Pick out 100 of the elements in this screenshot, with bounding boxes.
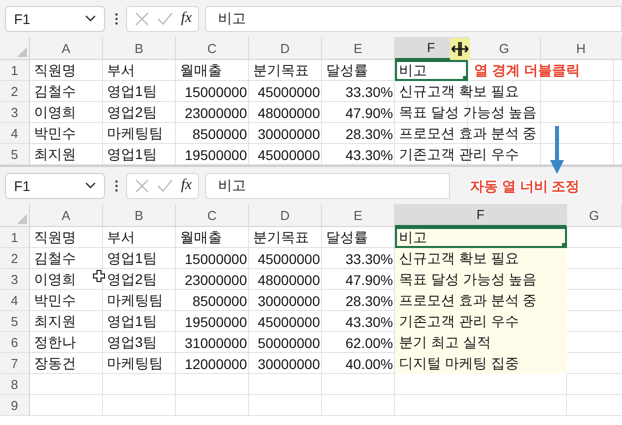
table-cell[interactable]: 15000000 (176, 248, 249, 269)
table-cell[interactable]: 40.00% (322, 353, 395, 374)
check-icon[interactable] (157, 12, 173, 25)
name-box[interactable]: F1 (5, 6, 105, 32)
table-cell[interactable]: 영업3팀 (103, 332, 176, 353)
table-cell[interactable]: 목표 달성 가능성 높음 (395, 269, 567, 290)
table-cell[interactable]: 8500000 (176, 290, 249, 311)
row-header[interactable]: 1 (0, 60, 30, 81)
table-cell[interactable]: 직원명 (30, 227, 103, 248)
table-cell[interactable]: 목표 달성 가능성 높음 (395, 102, 541, 123)
row-header[interactable]: 4 (0, 123, 30, 144)
row-header[interactable]: 2 (0, 81, 30, 102)
table-cell[interactable]: 28.30% (322, 290, 395, 311)
table-cell[interactable]: 47.90% (322, 269, 395, 290)
table-cell[interactable]: 박민수 (30, 123, 103, 144)
table-cell[interactable]: 김철수 (30, 248, 103, 269)
table-cell[interactable]: 23000000 (176, 102, 249, 123)
table-cell[interactable]: 영업1팀 (103, 311, 176, 332)
table-cell[interactable]: 8500000 (176, 123, 249, 144)
row-header[interactable]: 3 (0, 269, 30, 290)
row-header[interactable]: 5 (0, 144, 30, 165)
more-options-icon[interactable] (115, 12, 118, 24)
table-cell[interactable]: 19500000 (176, 144, 249, 165)
row-header[interactable]: 2 (0, 248, 30, 269)
table-cell[interactable]: 영업2팀 (103, 102, 176, 123)
table-cell[interactable]: 47.90% (322, 102, 395, 123)
row-header[interactable]: 8 (0, 374, 30, 395)
table-cell[interactable]: 비고 (395, 227, 567, 248)
table-cell[interactable]: 달성률 (322, 227, 395, 248)
table-cell[interactable]: 부서 (103, 60, 176, 81)
table-cell[interactable]: 마케팅팀 (103, 123, 176, 144)
column-header[interactable]: D (249, 37, 322, 60)
table-cell[interactable]: 12000000 (176, 353, 249, 374)
table-cell[interactable]: 분기 최고 실적 (395, 332, 567, 353)
table-cell[interactable]: 33.30% (322, 248, 395, 269)
table-cell[interactable]: 프로모션 효과 분석 중 (395, 290, 567, 311)
table-cell[interactable]: 신규고객 확보 필요 (395, 81, 541, 102)
column-header[interactable]: C (176, 204, 249, 227)
column-header[interactable]: A (30, 37, 103, 60)
column-header[interactable]: E (322, 204, 395, 227)
name-box[interactable]: F1 (5, 172, 105, 198)
table-cell[interactable]: 23000000 (176, 269, 249, 290)
table-cell[interactable]: 디지털 마케팅 집중 (395, 353, 567, 374)
table-cell[interactable]: 62.00% (322, 332, 395, 353)
row-header[interactable]: 9 (0, 395, 30, 416)
table-cell[interactable]: 15000000 (176, 81, 249, 102)
row-header[interactable]: 4 (0, 290, 30, 311)
table-cell[interactable]: 기존고객 관리 우수 (395, 144, 541, 165)
column-header[interactable]: B (103, 204, 176, 227)
check-icon[interactable] (157, 179, 173, 192)
table-cell[interactable]: 영업1팀 (103, 144, 176, 165)
row-header[interactable]: 7 (0, 353, 30, 374)
table-cell[interactable]: 기존고객 관리 우수 (395, 311, 567, 332)
table-cell[interactable]: 30000000 (249, 123, 322, 144)
table-cell[interactable]: 분기목표 (249, 60, 322, 81)
table-cell[interactable]: 마케팅팀 (103, 290, 176, 311)
cancel-icon[interactable] (135, 178, 149, 192)
column-header[interactable]: B (103, 37, 176, 60)
table-cell[interactable]: 30000000 (249, 353, 322, 374)
table-cell[interactable]: 영업2팀 (103, 269, 176, 290)
row-header[interactable]: 1 (0, 227, 30, 248)
column-header[interactable]: D (249, 204, 322, 227)
table-cell[interactable]: 48000000 (249, 269, 322, 290)
table-cell[interactable]: 45000000 (249, 311, 322, 332)
table-cell[interactable]: 신규고객 확보 필요 (395, 248, 567, 269)
table-cell[interactable]: 19500000 (176, 311, 249, 332)
column-header[interactable]: A (30, 204, 103, 227)
column-header[interactable]: E (322, 37, 395, 60)
row-header[interactable]: 6 (0, 332, 30, 353)
table-cell[interactable]: 월매출 (176, 60, 249, 81)
table-cell[interactable]: 비고 (395, 60, 468, 81)
table-cell[interactable]: 영업1팀 (103, 81, 176, 102)
column-header[interactable]: C (176, 37, 249, 60)
table-cell[interactable]: 48000000 (249, 102, 322, 123)
select-all-corner[interactable] (0, 204, 30, 227)
table-cell[interactable]: 마케팅팀 (103, 353, 176, 374)
row-header[interactable]: 3 (0, 102, 30, 123)
table-cell[interactable]: 33.30% (322, 81, 395, 102)
table-cell[interactable]: 정한나 (30, 332, 103, 353)
more-options-icon[interactable] (115, 180, 118, 192)
table-cell[interactable]: 박민수 (30, 290, 103, 311)
table-cell[interactable]: 김철수 (30, 81, 103, 102)
table-cell[interactable]: 월매출 (176, 227, 249, 248)
table-cell[interactable]: 43.30% (322, 311, 395, 332)
table-cell[interactable]: 분기목표 (249, 227, 322, 248)
select-all-corner[interactable] (0, 37, 30, 60)
table-cell[interactable]: 직원명 (30, 60, 103, 81)
table-cell[interactable]: 45000000 (249, 81, 322, 102)
table-cell[interactable]: 달성률 (322, 60, 395, 81)
column-header[interactable]: H (541, 37, 622, 60)
table-cell[interactable]: 30000000 (249, 290, 322, 311)
table-cell[interactable]: 이영희 (30, 102, 103, 123)
table-cell[interactable]: 프로모션 효과 분석 중 (395, 123, 541, 144)
table-cell[interactable]: 50000000 (249, 332, 322, 353)
cancel-icon[interactable] (135, 12, 149, 26)
table-cell[interactable]: 최지원 (30, 144, 103, 165)
insert-function-button[interactable]: fx (181, 10, 192, 27)
formula-input[interactable]: 비고 (204, 172, 450, 198)
table-cell[interactable]: 45000000 (249, 144, 322, 165)
table-cell[interactable]: 31000000 (176, 332, 249, 353)
